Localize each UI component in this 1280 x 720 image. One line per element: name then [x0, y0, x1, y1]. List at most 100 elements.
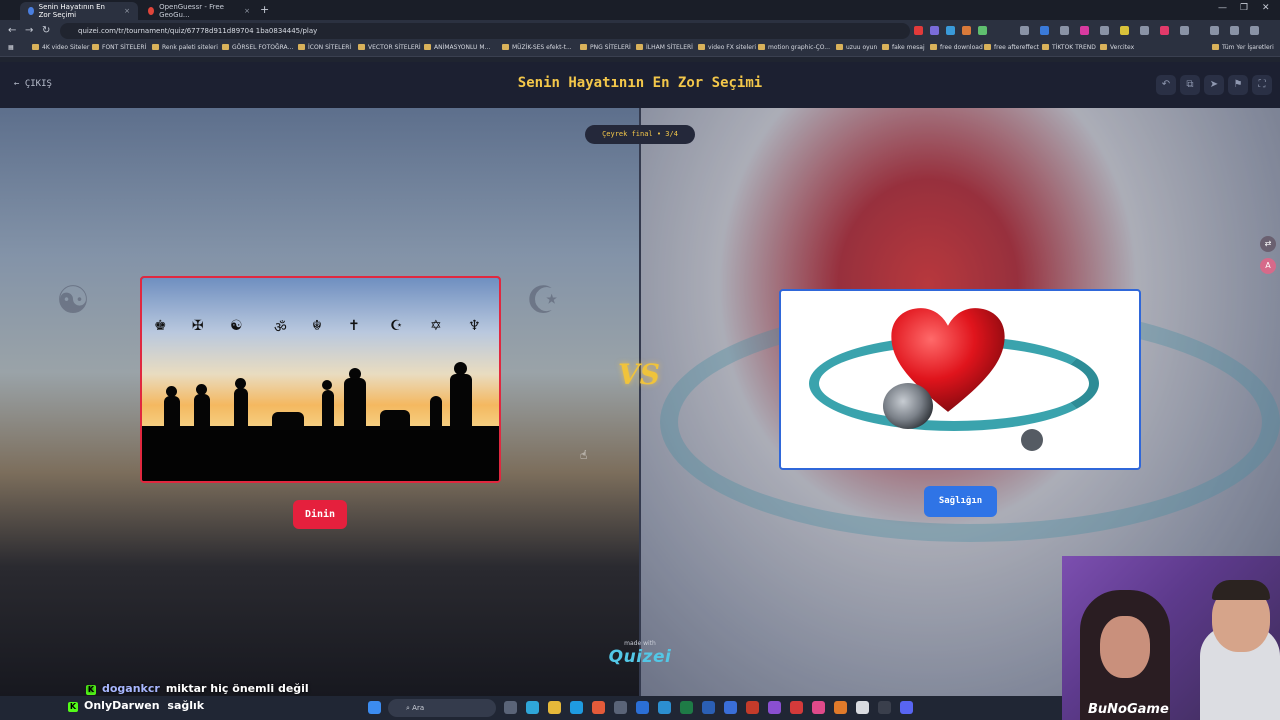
- chat-message: K OnlyDarwen sağlık: [68, 699, 205, 712]
- apps-icon[interactable]: ▦: [8, 44, 14, 51]
- bookmark-item[interactable]: PNG SİTELERİ: [580, 44, 631, 51]
- maximize-icon[interactable]: ❐: [1240, 3, 1248, 13]
- bookmark-item[interactable]: 4K video Siteler: [32, 44, 89, 51]
- reload-icon[interactable]: ↻: [42, 25, 50, 36]
- cross-pattee-icon: ✠: [192, 318, 204, 334]
- om-icon: ॐ: [274, 320, 287, 336]
- app-header: ← ÇIKIŞ Senin Hayatının En Zor Seçimi ↶ …: [0, 62, 1280, 108]
- taskbar-search[interactable]: ⌕ Ara: [388, 699, 496, 717]
- extension-icon[interactable]: [1040, 26, 1049, 35]
- powerpoint-icon[interactable]: [746, 701, 759, 714]
- streamer-logo: BuNoGame: [1088, 702, 1169, 717]
- crescent-icon: ☪: [390, 318, 403, 334]
- close-window-icon[interactable]: ✕: [1262, 3, 1270, 13]
- quizei-logo: Quizei: [608, 647, 672, 667]
- task-view-icon[interactable]: [504, 701, 517, 714]
- extension-icon[interactable]: [978, 26, 987, 35]
- bookmark-item[interactable]: İCON SİTELERİ: [298, 44, 351, 51]
- extension-icon[interactable]: [962, 26, 971, 35]
- extension-icon[interactable]: [1080, 26, 1089, 35]
- kick-icon: K: [86, 685, 96, 695]
- new-tab-button[interactable]: +: [260, 3, 269, 16]
- extension-icon[interactable]: [1120, 26, 1129, 35]
- cross-icon: ✝: [348, 318, 360, 334]
- obs-icon[interactable]: [878, 701, 891, 714]
- extension-icon[interactable]: [1060, 26, 1069, 35]
- extension-icon[interactable]: [1020, 26, 1029, 35]
- excel-icon[interactable]: [680, 701, 693, 714]
- forward-icon[interactable]: →: [25, 25, 33, 36]
- bookmark-item[interactable]: Vercitex: [1100, 44, 1134, 51]
- bookmark-item[interactable]: GÖRSEL FOTOĞRA...: [222, 44, 293, 51]
- back-icon[interactable]: ←: [8, 25, 16, 36]
- right-choice-image[interactable]: [779, 289, 1141, 470]
- bookmark-item[interactable]: MÜZİK-SES efekt-t...: [502, 44, 572, 51]
- fullscreen-icon[interactable]: ⛶: [1252, 75, 1272, 95]
- bookmark-item[interactable]: ANİMASYONLU M...: [424, 44, 490, 51]
- bookmark-item[interactable]: uzuu oyun: [836, 44, 877, 51]
- close-tab-icon[interactable]: ×: [124, 7, 130, 15]
- made-with-badge[interactable]: made with Quizei: [600, 640, 680, 667]
- extension-icon[interactable]: [930, 26, 939, 35]
- file-explorer-icon[interactable]: [548, 701, 561, 714]
- url-field[interactable]: quizei.com/tr/tournament/quiz/67778d911d…: [60, 23, 910, 39]
- bookmark-item[interactable]: free download: [930, 44, 983, 51]
- bookmark-item[interactable]: video FX siteleri: [698, 44, 756, 51]
- app-icon[interactable]: [636, 701, 649, 714]
- round-badge: Çeyrek final • 3/4: [585, 125, 695, 144]
- extension-icon[interactable]: [1140, 26, 1149, 35]
- bookmark-item[interactable]: FONT SİTELERİ: [92, 44, 146, 51]
- choose-right-button[interactable]: Sağlığın: [924, 486, 997, 517]
- extension-icon[interactable]: [1180, 26, 1189, 35]
- instagram-icon[interactable]: [812, 701, 825, 714]
- app-icon[interactable]: [790, 701, 803, 714]
- app-icon[interactable]: [614, 701, 627, 714]
- left-choice-image[interactable]: ♚ ✠ ☯ ॐ ☬ ✝ ☪ ✡ ♆: [140, 276, 501, 483]
- external-icon[interactable]: ⧉: [1180, 75, 1200, 95]
- extension-icon[interactable]: [946, 26, 955, 35]
- extension-icon[interactable]: [914, 26, 923, 35]
- yin-yang-icon: ☯: [230, 318, 243, 334]
- extension-icon[interactable]: [1100, 26, 1109, 35]
- edge-icon[interactable]: [570, 701, 583, 714]
- vs-badge: VS: [618, 358, 660, 391]
- app-icon[interactable]: [724, 701, 737, 714]
- send-icon[interactable]: ➤: [1204, 75, 1224, 95]
- bookmark-item[interactable]: VECTOR SİTELERİ: [358, 44, 421, 51]
- choose-left-button[interactable]: Dinin: [293, 500, 347, 529]
- tab-title: OpenGuessr - Free GeoGu...: [159, 3, 224, 19]
- download-icon[interactable]: [1210, 26, 1219, 35]
- start-icon[interactable]: [368, 701, 381, 714]
- bookmark-item[interactable]: free aftereffect: [984, 44, 1039, 51]
- tab-openguessr[interactable]: OpenGuessr - Free GeoGu... ×: [140, 2, 258, 20]
- bookmark-item[interactable]: İLHAM SİTELERİ: [636, 44, 693, 51]
- bookmark-item[interactable]: Tüm Yer İşaretleri: [1212, 44, 1274, 51]
- word-icon[interactable]: [702, 701, 715, 714]
- notion-icon[interactable]: [856, 701, 869, 714]
- profile-icon[interactable]: [1230, 26, 1239, 35]
- bookmark-item[interactable]: Renk paleti siteleri: [152, 44, 218, 51]
- app-icon[interactable]: [834, 701, 847, 714]
- minimize-icon[interactable]: —: [1218, 3, 1227, 13]
- bookmarks-bar: ▦ 4K video Siteler FONT SİTELERİ Renk pa…: [0, 42, 1280, 57]
- menu-icon[interactable]: [1250, 26, 1259, 35]
- close-tab-icon[interactable]: ×: [244, 7, 250, 15]
- tab-quiz[interactable]: Senin Hayatının En Zor Seçimi ×: [20, 2, 138, 20]
- webcam-overlay: BuNoGame: [1062, 556, 1280, 720]
- chrome-icon[interactable]: [592, 701, 605, 714]
- bookmark-item[interactable]: TİKTOK TREND: [1042, 44, 1096, 51]
- bookmark-item[interactable]: fake mesaj: [882, 44, 925, 51]
- extension-side-icon[interactable]: A: [1260, 258, 1276, 274]
- flag-icon[interactable]: ⚑: [1228, 75, 1248, 95]
- extension-icon[interactable]: [1160, 26, 1169, 35]
- app-icon[interactable]: [526, 701, 539, 714]
- undo-icon[interactable]: ↶: [1156, 75, 1176, 95]
- center-divider: [639, 108, 641, 696]
- translate-icon[interactable]: ⇄: [1260, 236, 1276, 252]
- discord-icon[interactable]: [900, 701, 913, 714]
- kick-icon: K: [68, 702, 78, 712]
- khanda-icon: ♚: [154, 318, 167, 334]
- bookmark-item[interactable]: motion graphic-ÇO...: [758, 44, 830, 51]
- app-icon[interactable]: [768, 701, 781, 714]
- steam-icon[interactable]: [658, 701, 671, 714]
